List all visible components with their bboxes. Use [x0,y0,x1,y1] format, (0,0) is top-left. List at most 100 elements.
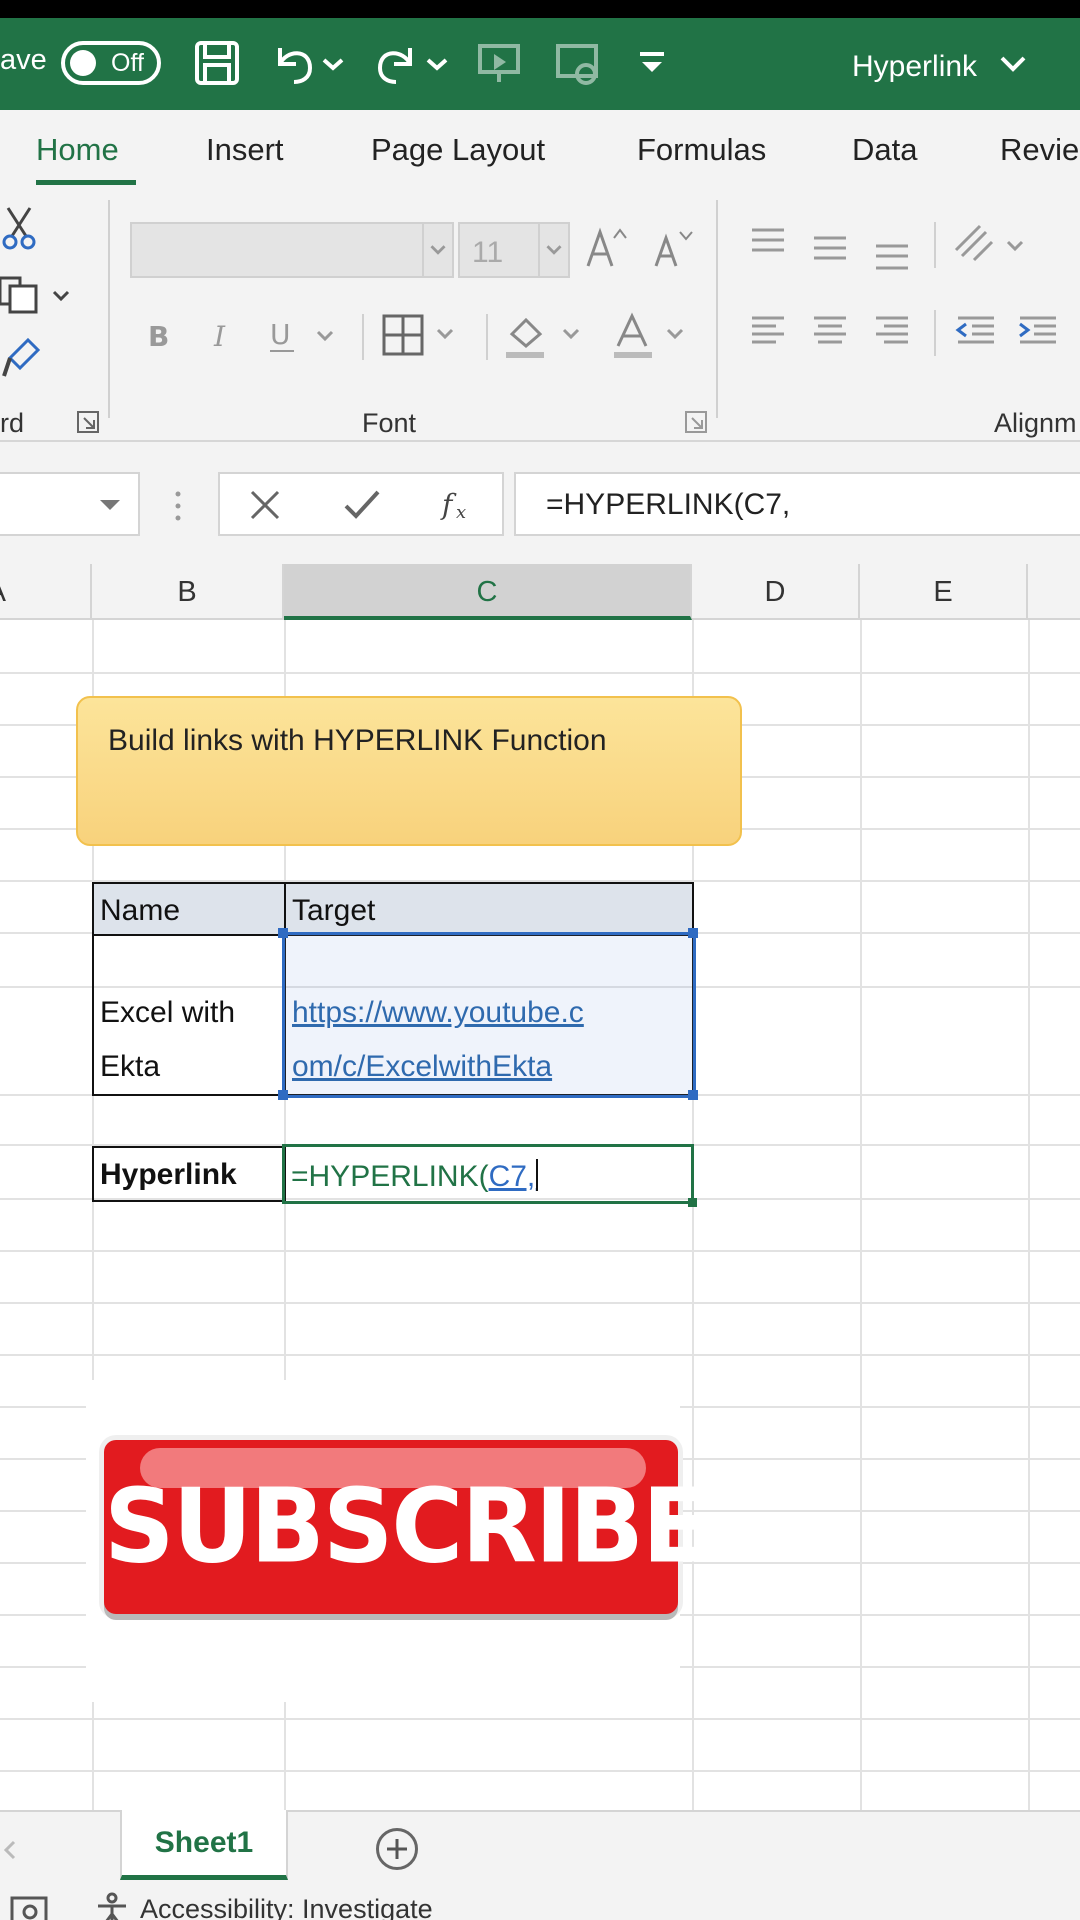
ribbon-home: rd 11 B I U Font Alignm [0,186,1080,442]
tab-insert[interactable]: Insert [206,132,284,168]
gridline [0,1250,1080,1252]
font-color-icon[interactable] [612,312,692,360]
add-sheet-button[interactable] [376,1828,418,1870]
copy-icon[interactable] [0,272,72,316]
hyperlink-label-cell[interactable]: Hyperlink [92,1146,286,1202]
group-clipboard-label: rd [0,408,25,438]
svg-text:B: B [148,320,169,353]
text-caret [536,1159,539,1191]
gridline [0,1718,1080,1720]
enter-icon[interactable] [342,488,382,522]
column-header-c[interactable]: C [284,564,692,620]
chevron-down-icon[interactable] [538,224,568,276]
excel-window: ave Off Hyperlink Home Insert Page Layou… [0,0,1080,1920]
header-target-cell[interactable]: Target [284,882,694,936]
accessibility-status[interactable]: Accessibility: Investigate [140,1894,433,1920]
borders-icon[interactable] [382,314,462,358]
range-handle[interactable] [688,1090,698,1100]
column-header-f[interactable] [1028,564,1080,620]
format-painter-icon[interactable] [2,336,42,380]
underline-icon[interactable]: U [268,316,340,356]
accessibility-icon[interactable] [92,1892,132,1920]
chevron-down-icon[interactable] [96,494,124,516]
active-cell-editor[interactable]: =HYPERLINK(C7, [282,1144,697,1207]
tab-page-layout[interactable]: Page Layout [371,132,545,168]
subscribe-button[interactable]: SUBSCRIBE [104,1440,709,1614]
gridline [0,1770,1080,1772]
formula-reference: C7, [488,1160,536,1193]
font-name-combobox[interactable] [130,222,454,278]
align-middle-icon[interactable] [810,230,850,270]
range-handle[interactable] [278,1090,288,1100]
name-cell[interactable]: Excel with Ekta [92,934,286,1096]
record-icon[interactable] [552,38,602,88]
scroll-left-icon[interactable] [0,1838,20,1862]
fill-handle[interactable] [688,1198,697,1207]
tab-formulas[interactable]: Formulas [637,132,766,168]
redo-dropdown-icon[interactable] [424,38,450,88]
tab-data[interactable]: Data [852,132,917,168]
group-alignment-label: Alignm [994,408,1077,438]
cancel-icon[interactable] [248,488,282,522]
svg-text:I: I [213,320,226,353]
redo-icon[interactable] [372,38,422,88]
range-handle[interactable] [278,928,288,938]
active-tab-underline [36,180,136,185]
sheet-tab-sheet1[interactable]: Sheet1 [120,1810,288,1880]
customize-toolbar-icon[interactable] [634,38,670,88]
bold-icon[interactable]: B [144,316,174,356]
align-left-icon[interactable] [748,312,788,352]
status-bar: Accessibility: Investigate [0,1888,1080,1920]
tab-review[interactable]: Revie [1000,132,1079,168]
range-handle[interactable] [688,928,698,938]
plus-icon [387,1839,407,1859]
insert-function-icon[interactable]: f x [440,486,476,524]
align-bottom-icon[interactable] [872,236,912,276]
font-size-combobox[interactable]: 11 [458,222,570,278]
orientation-icon[interactable] [952,220,1032,268]
chevron-down-icon[interactable] [998,52,1028,76]
font-launcher-icon[interactable] [684,410,708,434]
separator [486,314,488,360]
column-headers: A B C D E [0,564,1080,620]
align-top-icon[interactable] [748,224,788,264]
separator [934,310,936,356]
name-box[interactable] [0,472,140,536]
decrease-font-icon[interactable] [650,226,694,270]
cell-mode-icon [10,1896,48,1920]
separator [362,314,364,360]
callout-shape[interactable]: Build links with HYPERLINK Function [76,696,742,846]
workbook-title[interactable]: Hyperlink [852,50,977,84]
save-icon[interactable] [192,38,242,88]
increase-font-icon[interactable] [584,226,628,270]
fill-color-icon[interactable] [504,312,584,360]
formula-input[interactable]: =HYPERLINK(C7, [514,472,1080,536]
column-header-e[interactable]: E [860,564,1028,620]
gridline [0,1302,1080,1304]
increase-indent-icon[interactable] [1016,312,1060,352]
font-size-value: 11 [472,236,504,269]
cut-icon[interactable] [2,206,36,250]
undo-dropdown-icon[interactable] [320,38,346,88]
worksheet-grid[interactable]: Build links with HYPERLINK Function Name… [0,620,1080,1810]
undo-icon[interactable] [268,38,318,88]
present-icon[interactable] [474,38,524,88]
drag-handle-icon[interactable] [168,486,188,526]
svg-text:U: U [270,318,291,351]
column-header-b[interactable]: B [92,564,284,620]
hyperlink-label: Hyperlink [100,1158,237,1191]
header-name-cell[interactable]: Name [92,882,286,936]
decrease-indent-icon[interactable] [954,312,998,352]
column-header-a[interactable]: A [0,564,92,620]
clipboard-launcher-icon[interactable] [76,410,100,434]
align-center-icon[interactable] [810,312,850,352]
align-right-icon[interactable] [872,312,912,352]
ribbon-tabs: Home Insert Page Layout Formulas Data Re… [0,110,1080,186]
chevron-down-icon[interactable] [422,224,452,276]
italic-icon[interactable]: I [208,316,238,356]
callout-text: Build links with HYPERLINK Function [108,724,607,757]
autosave-toggle[interactable]: Off [61,41,161,85]
column-header-d[interactable]: D [692,564,860,620]
tab-home[interactable]: Home [36,132,119,168]
title-bar: ave Off Hyperlink [0,0,1080,110]
